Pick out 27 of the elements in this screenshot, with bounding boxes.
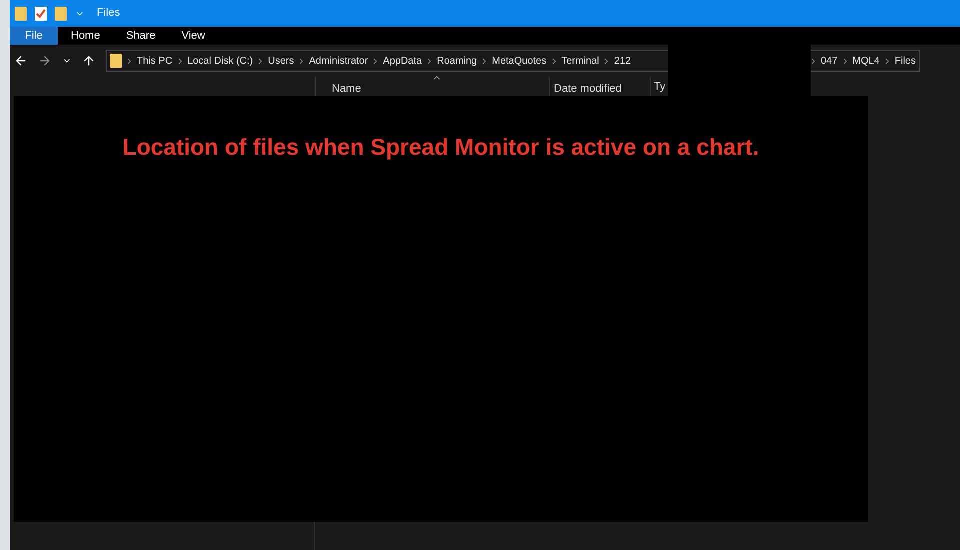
breadcrumb-item[interactable]: This PC bbox=[137, 54, 173, 68]
breadcrumb-item[interactable]: Administrator bbox=[309, 54, 368, 68]
back-icon[interactable] bbox=[14, 54, 28, 68]
breadcrumb-item[interactable]: MQL4 bbox=[852, 54, 880, 68]
folder-icon bbox=[15, 6, 27, 20]
breadcrumb-item[interactable]: Roaming bbox=[437, 54, 478, 68]
breadcrumb-item[interactable]: Terminal bbox=[562, 54, 600, 68]
breadcrumb-item[interactable]: Local Disk (C:) bbox=[188, 54, 254, 68]
checklist-icon bbox=[35, 6, 47, 20]
breadcrumb-item[interactable]: AppData bbox=[383, 54, 422, 68]
ribbon-tab[interactable]: View bbox=[168, 27, 218, 45]
breadcrumb-item[interactable]: Users bbox=[268, 54, 294, 68]
breadcrumb-item[interactable]: 212 bbox=[614, 54, 632, 68]
breadcrumb-item[interactable]: Files bbox=[894, 54, 916, 68]
folder-icon bbox=[55, 6, 67, 20]
ribbon-tab[interactable]: Share bbox=[113, 27, 169, 45]
overlay-caption: Location of files when Spread Monitor is active on a chart. bbox=[122, 133, 760, 158]
folder-icon bbox=[110, 54, 122, 68]
breadcrumb-item[interactable]: 047 bbox=[820, 54, 838, 68]
column-header[interactable]: Ty bbox=[654, 81, 666, 94]
window-title: Files bbox=[97, 6, 120, 22]
ribbon-tab[interactable]: File bbox=[10, 27, 58, 45]
ribbon-tab[interactable]: Home bbox=[58, 27, 114, 45]
chevron-icon bbox=[125, 56, 134, 66]
up-icon[interactable] bbox=[82, 54, 96, 68]
forward-icon[interactable] bbox=[38, 54, 52, 68]
breadcrumb-item[interactable]: MetaQuotes bbox=[492, 54, 547, 68]
